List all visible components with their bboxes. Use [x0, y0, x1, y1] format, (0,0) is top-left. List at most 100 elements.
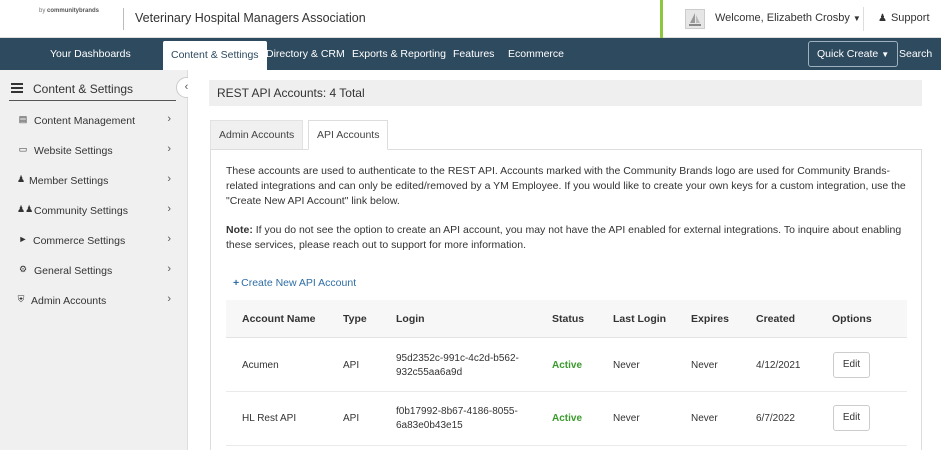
sidebar-item-community-settings[interactable]: ♟♟ Community Settings › [17, 203, 175, 221]
account-login: 95d2352c-991c-4c2d-b562- 932c55aa6a9d [396, 352, 519, 380]
sidebar-item-commerce-settings[interactable]: ► Commerce Settings › [17, 233, 175, 251]
chevron-right-icon: › [167, 263, 171, 275]
shield-icon: ⛨ [17, 294, 25, 304]
column-header-status[interactable]: Status [552, 313, 584, 325]
chevron-right-icon: › [167, 143, 171, 155]
created-date: 6/7/2022 [756, 413, 795, 424]
welcome-label: Welcome, Elizabeth Crosby [715, 12, 850, 24]
support-label: Support [890, 12, 930, 24]
api-accounts-panel: These accounts are used to authenticate … [210, 149, 922, 450]
quick-create-button[interactable]: Quick Create ▼ [808, 41, 899, 67]
chevron-right-icon: › [167, 173, 171, 185]
note-body: If you do not see the option to create a… [226, 224, 902, 251]
sidebar-header-label: Content & Settings [33, 82, 134, 96]
sidebar-header: Content & Settings [9, 80, 176, 101]
account-type: API [343, 413, 360, 424]
column-header-last-login[interactable]: Last Login [613, 313, 666, 325]
login-line-1: 95d2352c-991c-4c2d-b562- [396, 353, 519, 364]
column-header-login[interactable]: Login [396, 313, 425, 325]
sidebar-item-label: Member Settings [29, 175, 109, 187]
sidebar-item-label: Admin Accounts [31, 295, 107, 307]
created-date: 4/12/2021 [756, 360, 801, 371]
create-api-account-link[interactable]: + Create New API Account [233, 277, 356, 289]
main-nav: Your Dashboards Content & Settings Direc… [0, 38, 941, 70]
sidebar-item-label: Community Settings [34, 205, 128, 217]
edit-button[interactable]: Edit [833, 352, 870, 378]
table-row: Acumen API 95d2352c-991c-4c2d-b562- 932c… [226, 339, 907, 392]
organization-name: Veterinary Hospital Managers Association [135, 11, 366, 25]
welcome-dropdown[interactable]: Welcome, Elizabeth Crosby ▼ [715, 12, 861, 24]
sidebar-item-label: Commerce Settings [33, 235, 126, 247]
page-title: REST API Accounts: 4 Total [217, 86, 365, 100]
login-line-1: f0b17992-8b67-4186-8055- [396, 406, 518, 417]
monitor-icon: ▭ [18, 144, 28, 154]
sidebar-item-label: Website Settings [34, 145, 113, 157]
cart-icon: ► [18, 234, 28, 244]
nav-your-dashboards[interactable]: Your Dashboards [50, 38, 131, 70]
header-divider [863, 7, 864, 31]
login-line-2: 932c55aa6a9d [396, 367, 463, 378]
chevron-right-icon: › [167, 203, 171, 215]
person-icon: ♟ [17, 174, 26, 184]
note-text: Note: If you do not see the option to cr… [226, 223, 906, 253]
sidebar-item-admin-accounts[interactable]: ⛨ Admin Accounts › [17, 293, 175, 311]
chevron-right-icon: › [167, 233, 171, 245]
sidebar-item-general-settings[interactable]: ⚙ General Settings › [17, 263, 175, 281]
description-text: These accounts are used to authenticate … [226, 165, 906, 207]
top-header: yourmembership by communitybrands Veteri… [0, 0, 941, 450]
gears-icon: ⚙ [18, 264, 28, 274]
chevron-right-icon: › [167, 113, 171, 125]
document-icon: ▤ [18, 114, 28, 124]
nav-directory-crm[interactable]: Directory & CRM [266, 38, 345, 70]
login-line-2: 6a83e0b43e15 [396, 420, 463, 431]
user-area: Welcome, Elizabeth Crosby ▼ ♟ Support [660, 0, 941, 38]
column-header-expires[interactable]: Expires [691, 313, 729, 325]
list-icon [11, 83, 23, 94]
status-badge: Active [552, 413, 583, 424]
note-label: Note: [226, 224, 253, 236]
sidebar-item-content-management[interactable]: ▤ Content Management › [17, 113, 175, 131]
account-type: API [343, 360, 360, 371]
column-header-account-name[interactable]: Account Name [242, 313, 316, 325]
column-header-created[interactable]: Created [756, 313, 795, 325]
caret-down-icon: ▼ [852, 14, 861, 23]
nav-search[interactable]: Search [899, 38, 932, 70]
last-login: Never [613, 413, 640, 424]
expires: Never [691, 413, 718, 424]
sidebar-item-website-settings[interactable]: ▭ Website Settings › [17, 143, 175, 161]
account-name: HL Rest API [242, 413, 297, 424]
plus-icon: + [233, 277, 240, 289]
edit-button[interactable]: Edit [833, 405, 870, 431]
logo-sub-prefix: by [39, 8, 48, 14]
page-header: REST API Accounts: 4 Total [209, 80, 922, 106]
sidebar-item-label: General Settings [34, 265, 113, 277]
column-header-type[interactable]: Type [343, 313, 367, 325]
nav-exports-reporting[interactable]: Exports & Reporting [352, 38, 446, 70]
caret-down-icon: ▼ [881, 50, 890, 59]
chevron-right-icon: › [167, 293, 171, 305]
main-content: REST API Accounts: 4 Total Admin Account… [188, 70, 941, 450]
logo-sub-brand: communitybrands [47, 8, 100, 14]
last-login: Never [613, 360, 640, 371]
nav-ecommerce[interactable]: Ecommerce [508, 38, 564, 70]
sidebar-item-label: Content Management [34, 115, 135, 127]
avatar[interactable] [685, 9, 705, 29]
header-divider [123, 8, 124, 30]
create-link-label: Create New API Account [241, 277, 357, 289]
sidebar-item-member-settings[interactable]: ♟ Member Settings › [17, 173, 175, 191]
nav-content-settings[interactable]: Content & Settings [163, 41, 267, 70]
column-header-options: Options [832, 313, 872, 325]
users-icon: ♟♟ [17, 204, 34, 214]
expires: Never [691, 360, 718, 371]
yourmembership-logo[interactable]: yourmembership by communitybrands [11, 7, 941, 450]
tab-api-accounts[interactable]: API Accounts [308, 120, 389, 150]
account-login: f0b17992-8b67-4186-8055- 6a83e0b43e15 [396, 405, 518, 433]
table-header-row: Account Name Type Login Status Last Logi… [226, 300, 907, 338]
tab-admin-accounts[interactable]: Admin Accounts [210, 120, 304, 150]
nav-features[interactable]: Features [453, 38, 494, 70]
status-badge: Active [552, 360, 583, 371]
support-link[interactable]: ♟ Support [878, 12, 930, 24]
quick-create-label: Quick Create [817, 48, 879, 60]
sidebar: Content & Settings ‹ ▤ Content Managemen… [0, 70, 197, 450]
user-icon: ♟ [878, 13, 887, 24]
